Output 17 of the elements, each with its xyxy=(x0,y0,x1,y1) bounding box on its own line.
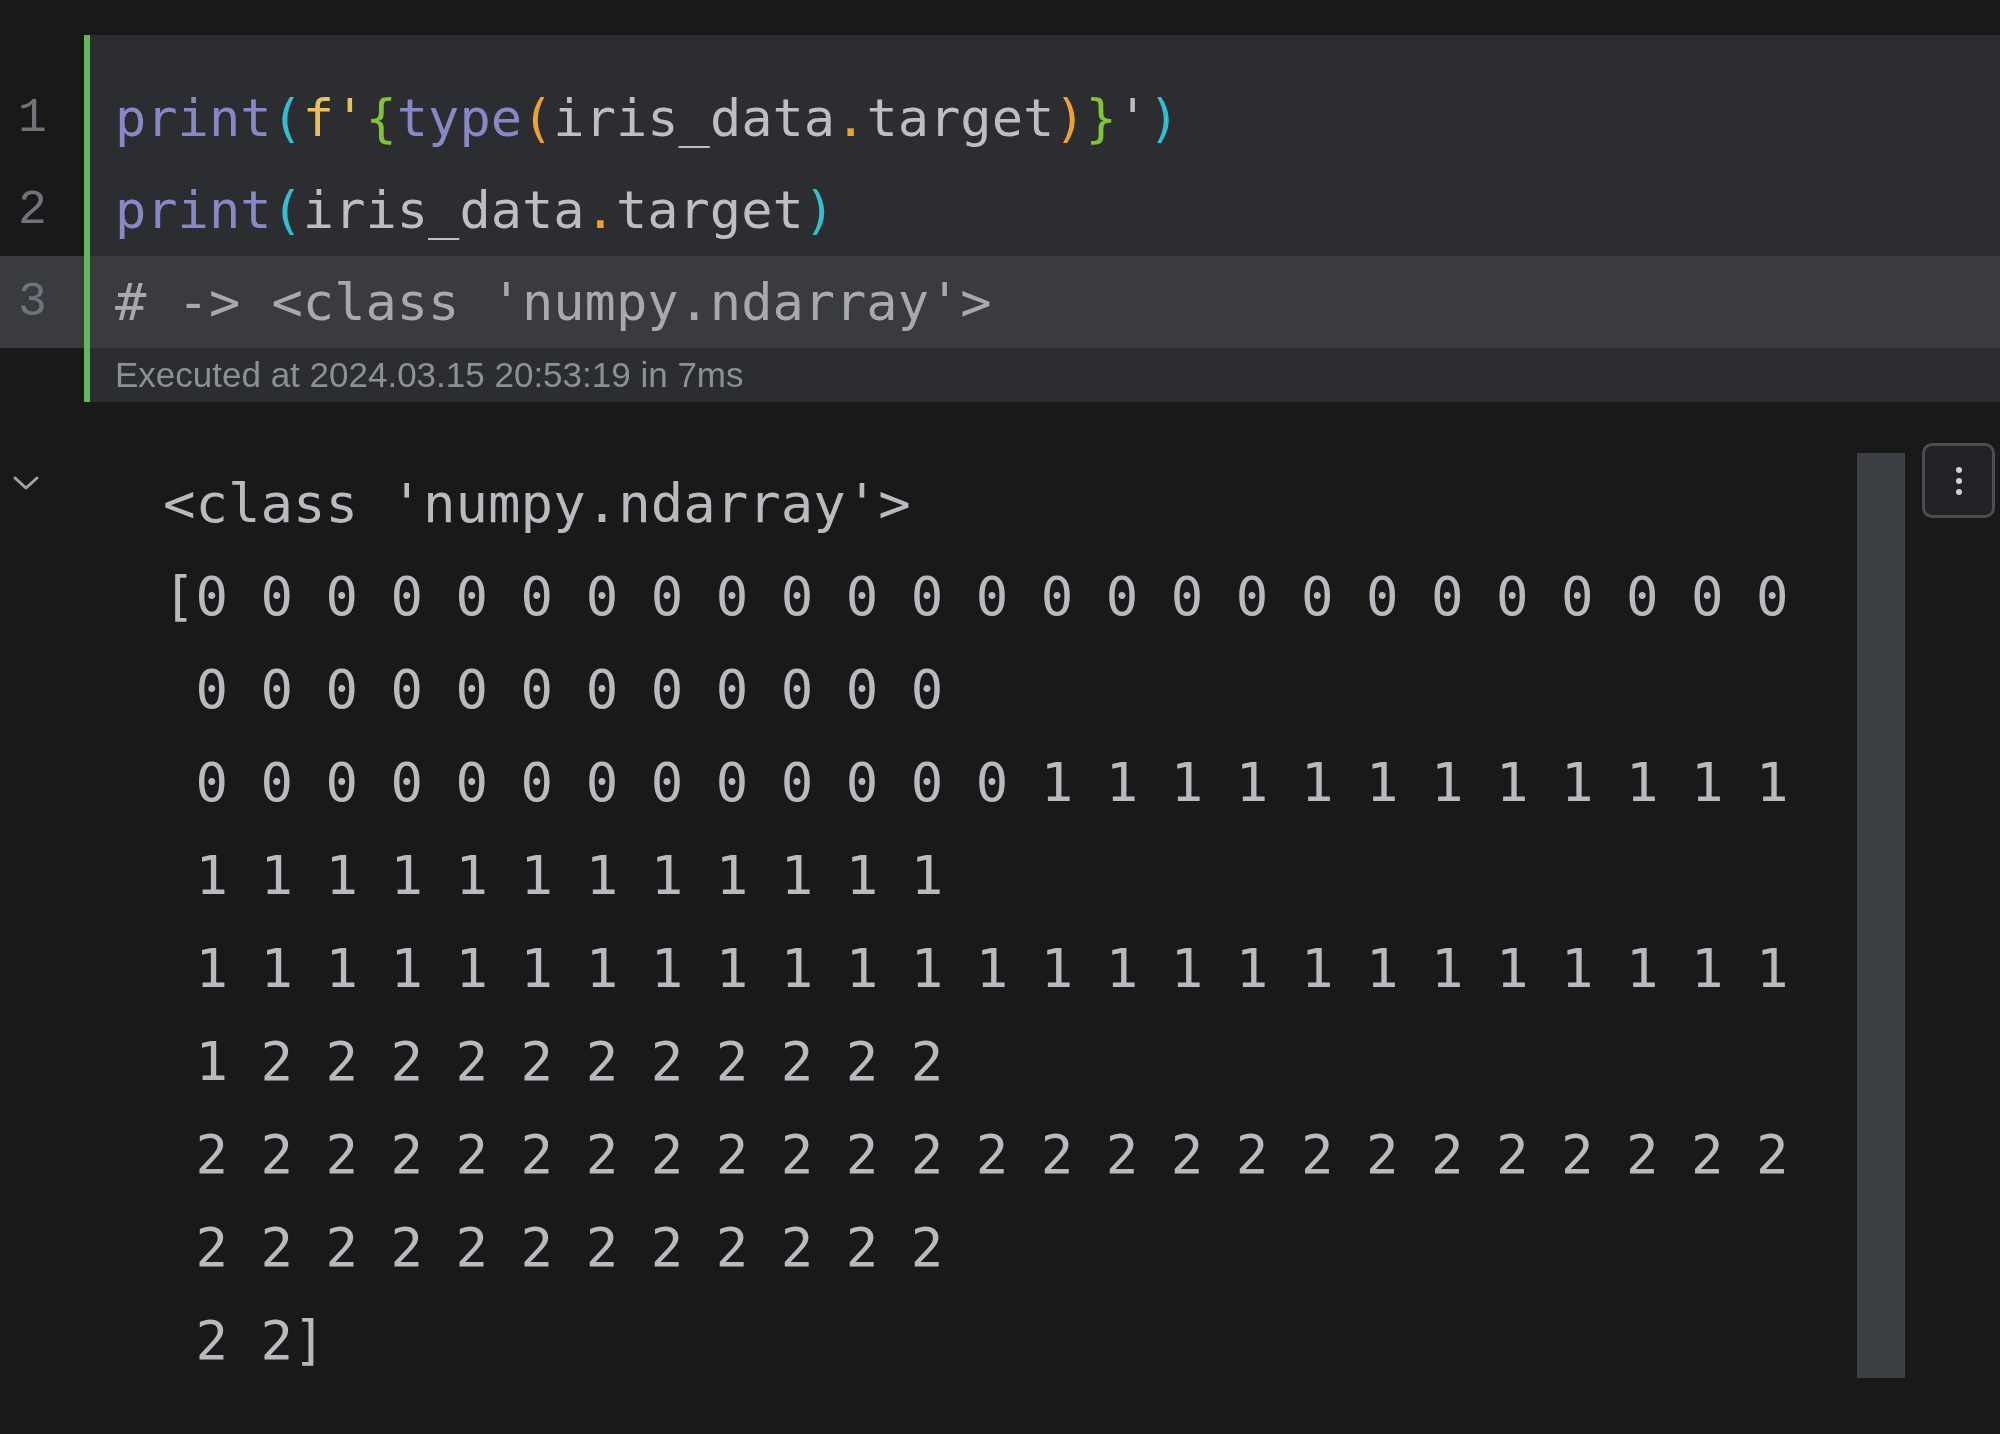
line-number: 2 xyxy=(18,183,47,237)
line-number: 3 xyxy=(18,275,47,329)
execution-status: Executed at 2024.03.15 20:53:19 in 7ms xyxy=(115,355,744,395)
output-line: <class 'numpy.ndarray'> xyxy=(163,471,912,537)
more-options-button[interactable] xyxy=(1922,443,1995,518)
scrollbar[interactable] xyxy=(1857,453,1905,1378)
line-number: 1 xyxy=(18,91,47,145)
code-line: # -> <class 'numpy.ndarray'> xyxy=(115,272,992,332)
output-line: 2 2 2 2 2 2 2 2 2 2 2 2 2 2 2 2 2 2 2 2 2 2 2 2 2 2 2 2 2 2 2 2 2 2 2 2 2 xyxy=(194,1122,1790,1281)
code-line: print(f'{type(iris_data.target)}') xyxy=(115,88,1180,148)
code-line: print(iris_data.target) xyxy=(115,180,836,240)
output-line: 1 1 1 1 1 1 1 1 1 1 1 1 1 1 1 1 1 1 1 1 1 1 1 1 1 1 2 2 2 2 2 2 2 2 2 2 2 xyxy=(194,936,1790,1095)
chevron-icon[interactable] xyxy=(12,474,40,492)
more-icon xyxy=(1954,465,1963,496)
output-line: [0 0 0 0 0 0 0 0 0 0 0 0 0 0 0 0 0 0 0 0 0 0 0 0 0 0 0 0 0 0 0 0 0 0 0 0 0 xyxy=(163,564,1790,723)
output-line: 2 2] xyxy=(194,1308,327,1374)
output-line: 0 0 0 0 0 0 0 0 0 0 0 0 0 1 1 1 1 1 1 1 1 1 1 1 1 1 1 1 1 1 1 1 1 1 1 1 1 xyxy=(194,750,1790,909)
